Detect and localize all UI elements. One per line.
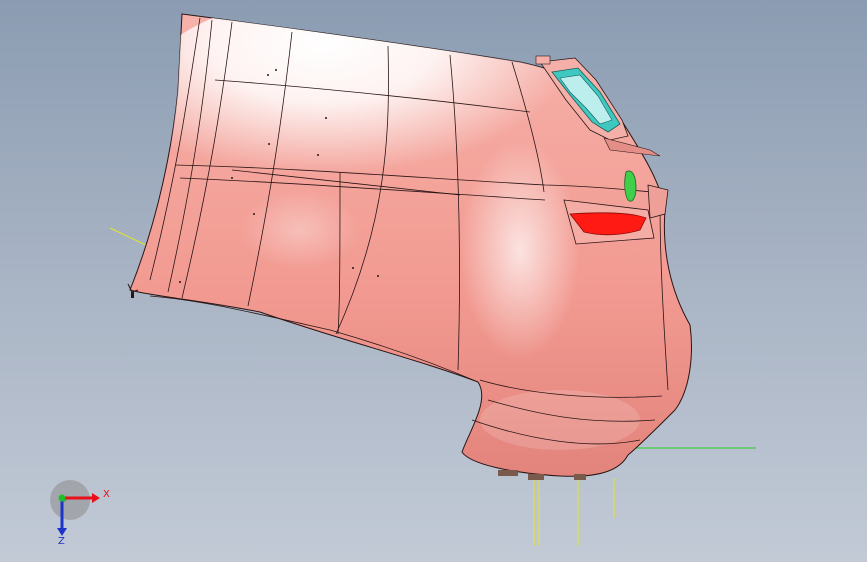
- x-axis-label: X: [103, 489, 110, 500]
- cad-graphics-viewport[interactable]: X Z: [0, 0, 867, 562]
- triad-origin: [58, 494, 66, 502]
- triad-shadow: [50, 480, 90, 520]
- side-clip[interactable]: [624, 170, 637, 202]
- z-axis-head: [57, 528, 67, 536]
- z-axis-label: Z: [58, 536, 65, 547]
- side-notch: [647, 184, 669, 219]
- 3d-model-scene[interactable]: [0, 0, 867, 562]
- axis-triad[interactable]: X Z: [40, 478, 120, 548]
- x-axis-head: [92, 493, 100, 503]
